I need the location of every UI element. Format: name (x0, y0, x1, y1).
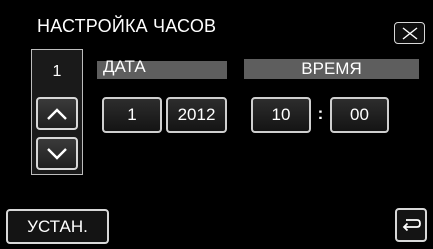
close-icon (402, 26, 417, 40)
day-field[interactable]: 1 (102, 97, 162, 133)
minute-field[interactable]: 00 (330, 97, 389, 133)
hour-field[interactable]: 10 (251, 97, 311, 133)
time-separator: : (317, 104, 324, 123)
time-section-label: ВРЕМЯ (244, 59, 419, 79)
stepper-value: 1 (52, 63, 62, 80)
back-button[interactable] (395, 208, 427, 242)
chevron-down-icon (47, 147, 67, 160)
clock-setting-screen: НАСТРОЙКА ЧАСОВ 1 ДАТА ВРЕМЯ 1 2012 10 :… (0, 0, 433, 249)
increment-button[interactable] (36, 97, 78, 130)
return-arrow-icon (402, 219, 421, 232)
chevron-up-icon (47, 107, 67, 120)
set-button[interactable]: УСТАН. (6, 209, 109, 244)
page-title: НАСТРОЙКА ЧАСОВ (37, 16, 217, 36)
year-field[interactable]: 2012 (166, 97, 227, 133)
decrement-button[interactable] (36, 137, 78, 170)
close-button[interactable] (394, 22, 425, 44)
date-section-label: ДАТА (103, 57, 146, 76)
